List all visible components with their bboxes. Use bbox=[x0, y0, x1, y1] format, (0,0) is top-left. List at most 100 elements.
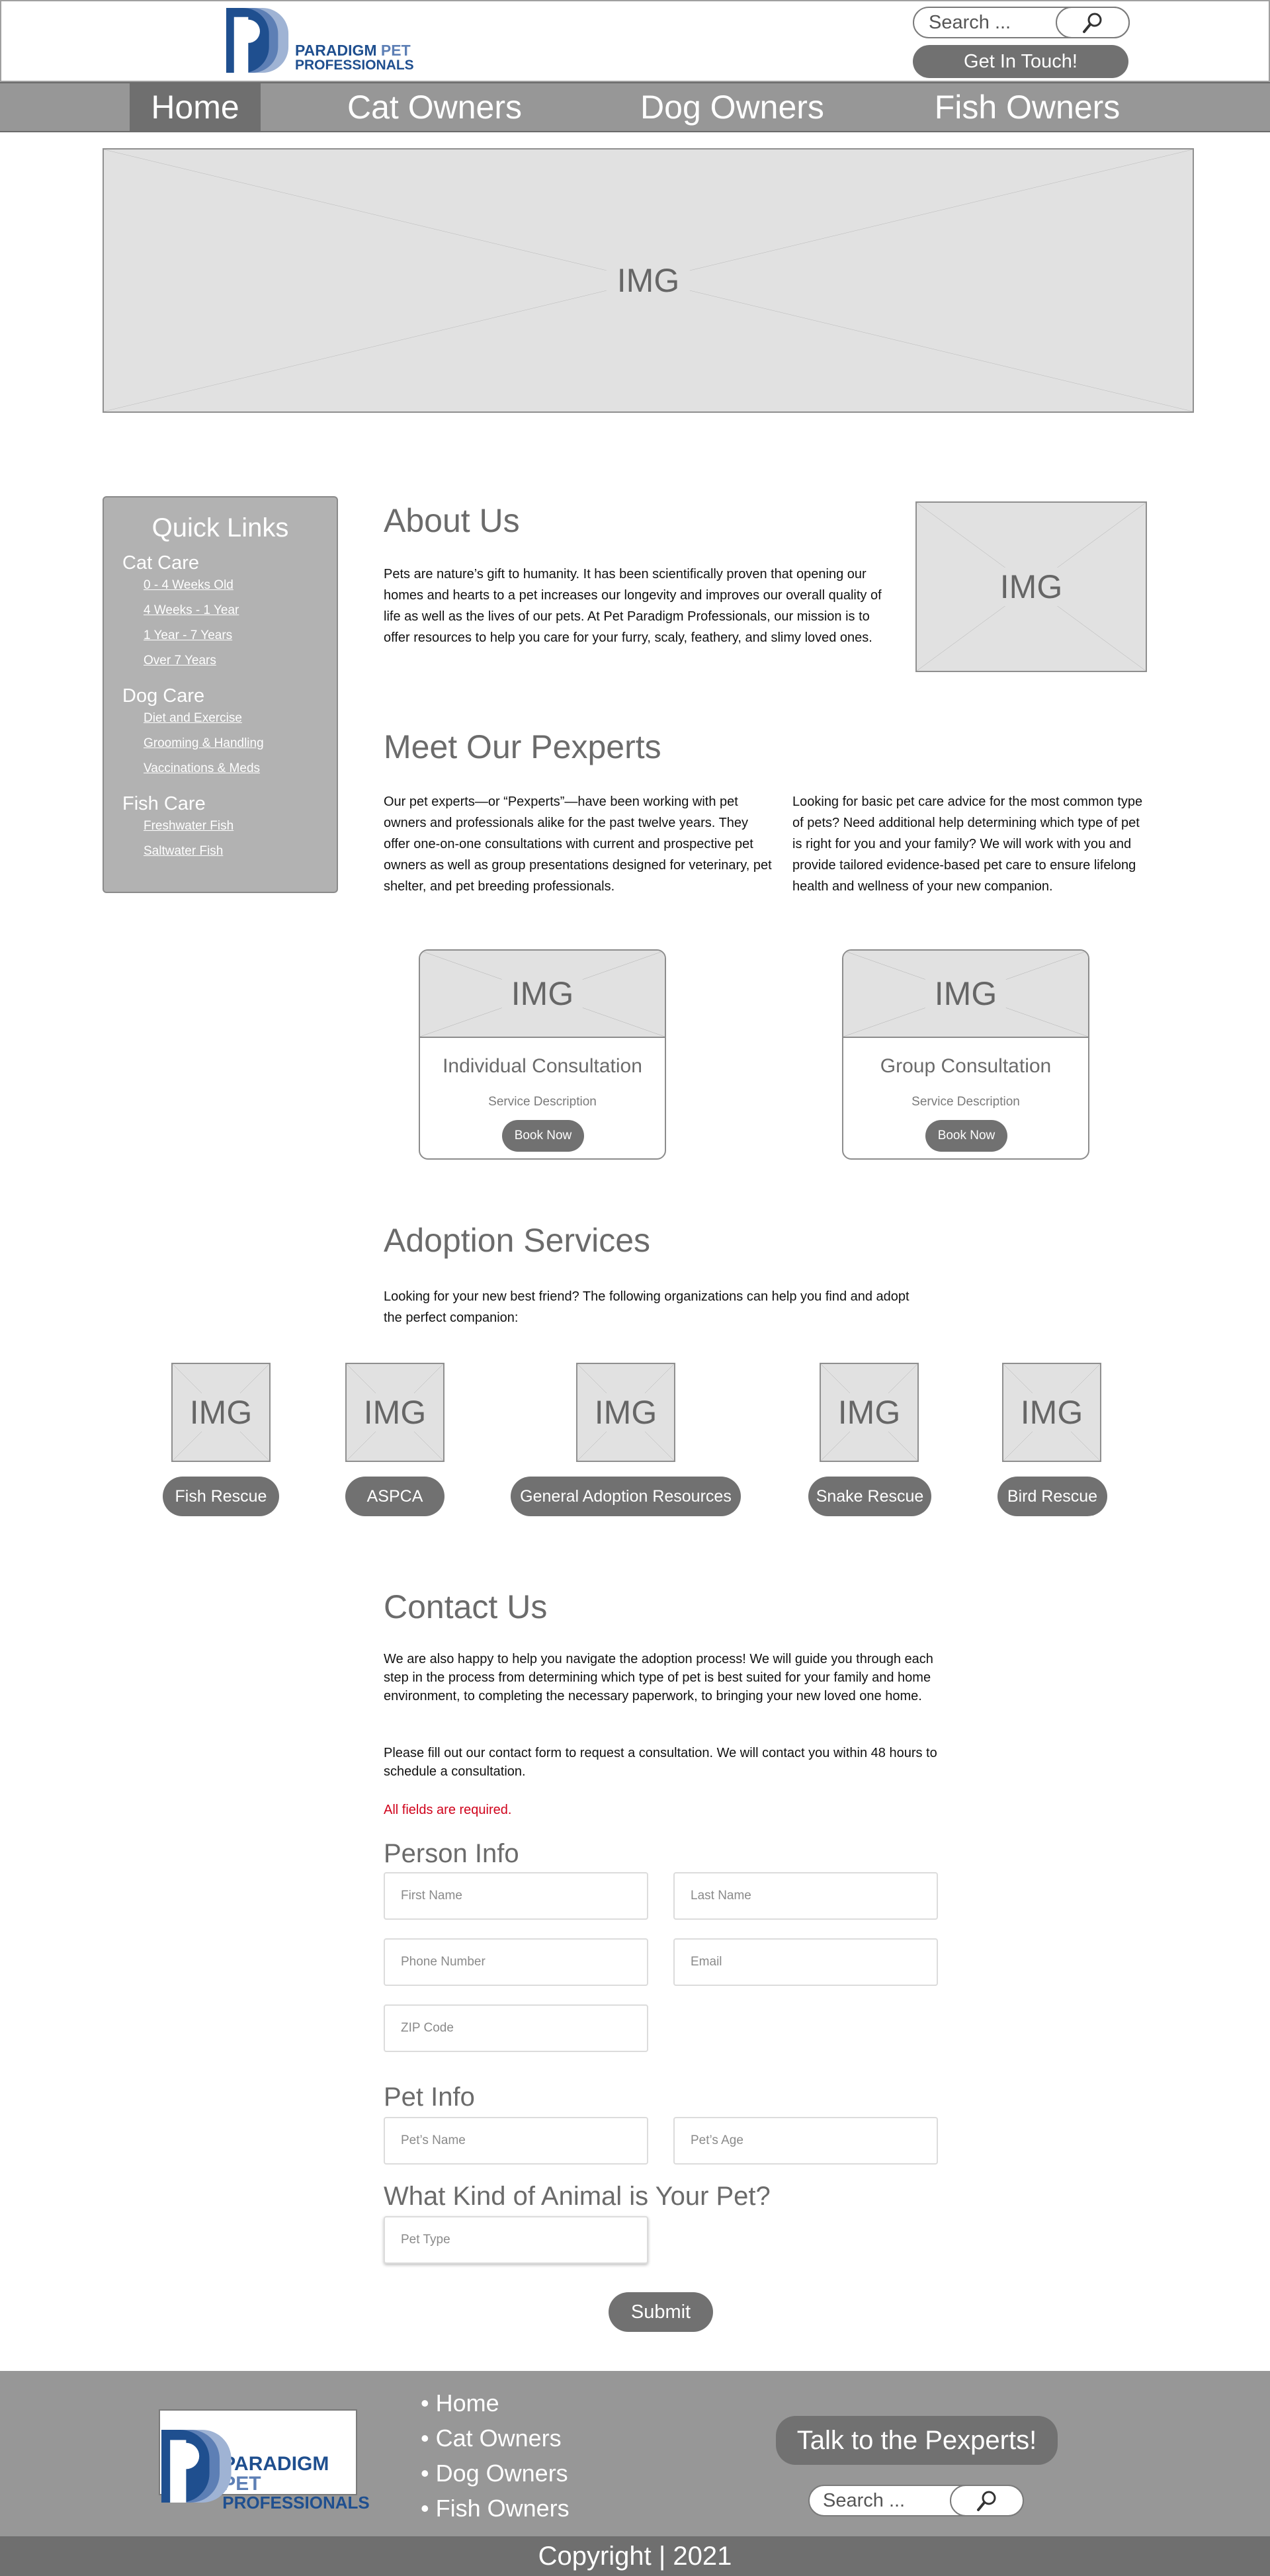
brand-line2: PROFESSIONALS bbox=[295, 58, 414, 73]
service-card-image: IMG bbox=[420, 951, 665, 1038]
footer-search[interactable]: Search ... bbox=[808, 2485, 1024, 2516]
animal-kind-heading: What Kind of Animal is Your Pet? bbox=[384, 2182, 771, 2211]
service-card-individual: IMG Individual Consultation Service Desc… bbox=[419, 949, 666, 1160]
service-card-description: Service Description bbox=[911, 1095, 1020, 1109]
phone-input[interactable] bbox=[385, 1940, 647, 1985]
footer-logo-mark-icon bbox=[161, 2430, 240, 2503]
sidebar-link-saltwater[interactable]: Saltwater Fish bbox=[144, 844, 337, 859]
submit-button[interactable]: Submit bbox=[609, 2292, 713, 2332]
footer-nav-dog-owners[interactable]: • Dog Owners bbox=[421, 2456, 570, 2491]
adoption-image-label: IMG bbox=[833, 1393, 905, 1432]
brand-line1-accent: PET bbox=[380, 42, 411, 59]
service-card-description: Service Description bbox=[488, 1095, 597, 1109]
general-adoption-resources-button[interactable]: General Adoption Resources bbox=[511, 1477, 741, 1516]
adoption-image-bird: IMG bbox=[1002, 1363, 1101, 1462]
adoption-image-general: IMG bbox=[576, 1363, 675, 1462]
book-now-button[interactable]: Book Now bbox=[925, 1120, 1007, 1152]
about-image: IMG bbox=[915, 501, 1147, 672]
adoption-image-snake: IMG bbox=[820, 1363, 919, 1462]
aspca-button[interactable]: ASPCA bbox=[345, 1477, 444, 1516]
main-nav: Home Cat Owners Dog Owners Fish Owners bbox=[0, 82, 1270, 132]
book-now-button[interactable]: Book Now bbox=[502, 1120, 584, 1152]
snake-rescue-button[interactable]: Snake Rescue bbox=[808, 1477, 931, 1516]
contact-title: Contact Us bbox=[384, 1588, 548, 1625]
pet-type-input[interactable] bbox=[385, 2217, 647, 2262]
site-header: PARADIGM PET PROFESSIONALS Search ... Ge… bbox=[0, 0, 1270, 82]
contact-p2: Please fill out our contact form to requ… bbox=[384, 1746, 937, 1779]
pet-age-field[interactable] bbox=[673, 2117, 938, 2165]
quick-links-panel: Quick Links Cat Care 0 - 4 Weeks Old 4 W… bbox=[103, 496, 338, 893]
adoption-image-fish: IMG bbox=[171, 1363, 271, 1462]
last-name-field[interactable] bbox=[673, 1872, 938, 1920]
pet-info-heading: Pet Info bbox=[384, 2082, 475, 2112]
zip-input[interactable] bbox=[385, 2006, 647, 2051]
sidebar-link-cat-4-weeks-1-year[interactable]: 4 Weeks - 1 Year bbox=[144, 603, 337, 618]
required-note: All fields are required. bbox=[384, 1803, 512, 1817]
footer-nav-home[interactable]: • Home bbox=[421, 2385, 570, 2421]
about-image-label: IMG bbox=[989, 568, 1074, 606]
service-card-title: Group Consultation bbox=[880, 1055, 1052, 1077]
bird-rescue-button[interactable]: Bird Rescue bbox=[997, 1477, 1107, 1516]
pexperts-title: Meet Our Pexperts bbox=[384, 728, 661, 765]
pet-age-input[interactable] bbox=[675, 2118, 937, 2163]
footer-nav: • Home • Cat Owners • Dog Owners • Fish … bbox=[421, 2385, 570, 2526]
hero-image: IMG bbox=[103, 148, 1194, 413]
footer-nav-fish-owners[interactable]: • Fish Owners bbox=[421, 2491, 570, 2526]
service-card-image: IMG bbox=[843, 951, 1088, 1038]
footer-brand-logo: PARADIGM PET PROFESSIONALS bbox=[161, 2415, 370, 2511]
adoption-image-label: IMG bbox=[1016, 1393, 1087, 1432]
pexperts-col1: Our pet experts—or “Pexperts”—have been … bbox=[384, 794, 772, 894]
sidebar-link-dog-diet[interactable]: Diet and Exercise bbox=[144, 711, 337, 726]
get-in-touch-button[interactable]: Get In Touch! bbox=[913, 45, 1128, 78]
footer-brand-line2: PROFESSIONALS bbox=[222, 2493, 370, 2512]
footer-nav-cat-owners[interactable]: • Cat Owners bbox=[421, 2421, 570, 2456]
adoption-image-aspca: IMG bbox=[345, 1363, 444, 1462]
phone-field[interactable] bbox=[384, 1938, 648, 1986]
pet-name-field[interactable] bbox=[384, 2117, 648, 2165]
first-name-input[interactable] bbox=[385, 1873, 647, 1918]
nav-home[interactable]: Home bbox=[130, 83, 261, 131]
footer-search-input[interactable]: Search ... bbox=[823, 2490, 905, 2512]
search-icon bbox=[1083, 13, 1102, 33]
first-name-field[interactable] bbox=[384, 1872, 648, 1920]
sidebar-link-cat-1-7-years[interactable]: 1 Year - 7 Years bbox=[144, 628, 337, 643]
pet-type-field[interactable] bbox=[384, 2216, 648, 2264]
sidebar-link-dog-grooming[interactable]: Grooming & Handling bbox=[144, 736, 337, 751]
adoption-body: Looking for your new best friend? The fo… bbox=[384, 1289, 910, 1325]
about-title: About Us bbox=[384, 502, 520, 539]
nav-dog-owners[interactable]: Dog Owners bbox=[628, 83, 836, 131]
person-info-heading: Person Info bbox=[384, 1839, 519, 1868]
adoption-image-label: IMG bbox=[590, 1393, 661, 1432]
footer-logo-box[interactable]: PARADIGM PET PROFESSIONALS bbox=[159, 2409, 370, 2511]
talk-to-pexperts-button[interactable]: Talk to the Pexperts! bbox=[776, 2416, 1058, 2465]
sidebar-link-freshwater[interactable]: Freshwater Fish bbox=[144, 819, 337, 834]
search-icon bbox=[977, 2491, 996, 2511]
fish-rescue-button[interactable]: Fish Rescue bbox=[163, 1477, 279, 1516]
search-button[interactable] bbox=[1056, 7, 1130, 38]
last-name-input[interactable] bbox=[675, 1873, 937, 1918]
search-input[interactable]: Search ... bbox=[929, 12, 1011, 34]
site-footer: PARADIGM PET PROFESSIONALS • Home • Cat … bbox=[0, 2371, 1270, 2536]
service-card-image-label: IMG bbox=[501, 974, 583, 1013]
brand-line1: PARADIGM bbox=[295, 42, 377, 59]
service-card-image-label: IMG bbox=[925, 974, 1007, 1013]
sidebar-group-cat-care: Cat Care bbox=[122, 552, 200, 574]
header-search[interactable]: Search ... bbox=[913, 7, 1130, 38]
footer-search-button[interactable] bbox=[950, 2485, 1024, 2516]
pet-name-input[interactable] bbox=[385, 2118, 647, 2163]
email-field[interactable] bbox=[673, 1938, 938, 1986]
sidebar-link-dog-vaccinations[interactable]: Vaccinations & Meds bbox=[144, 761, 337, 776]
brand-logo[interactable]: PARADIGM PET PROFESSIONALS bbox=[226, 8, 414, 74]
sidebar-group-fish-care: Fish Care bbox=[122, 793, 206, 814]
hero-image-label: IMG bbox=[606, 261, 691, 300]
sidebar-link-cat-0-4-weeks[interactable]: 0 - 4 Weeks Old bbox=[144, 578, 337, 593]
nav-fish-owners[interactable]: Fish Owners bbox=[923, 83, 1131, 131]
pexperts-col2: Looking for basic pet care advice for th… bbox=[792, 794, 1143, 894]
nav-cat-owners[interactable]: Cat Owners bbox=[331, 83, 538, 131]
email-input[interactable] bbox=[675, 1940, 937, 1985]
service-card-title: Individual Consultation bbox=[443, 1055, 642, 1077]
zip-field[interactable] bbox=[384, 2004, 648, 2052]
sidebar-group-dog-care: Dog Care bbox=[122, 685, 205, 707]
quick-links-title: Quick Links bbox=[151, 513, 289, 542]
sidebar-link-cat-over-7[interactable]: Over 7 Years bbox=[144, 654, 337, 668]
